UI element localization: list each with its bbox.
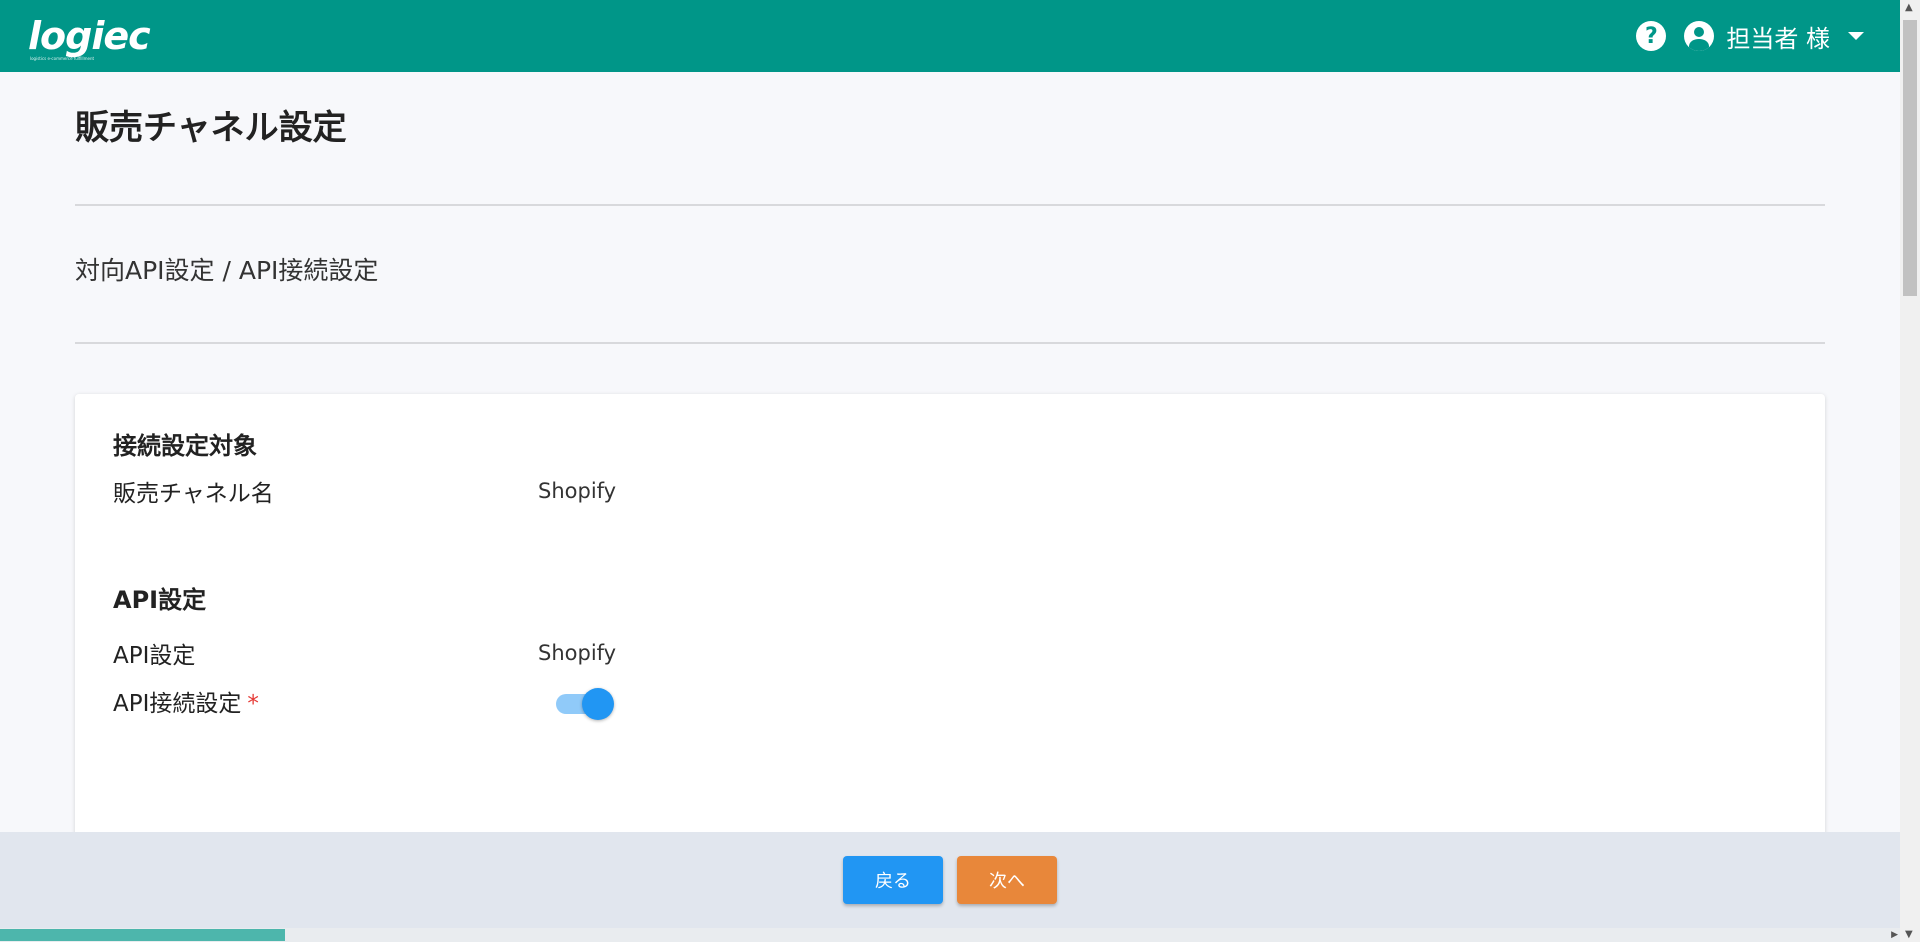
logo-text: logiec [28,14,151,58]
api-connection-row: API接続設定 * [113,680,1787,722]
horizontal-scrollbar[interactable]: ▶ [0,928,1900,942]
required-mark: * [247,691,259,717]
action-footer: 戻る 次へ [0,832,1900,928]
section-title-api-settings: API設定 [113,586,207,614]
divider [75,342,1825,344]
user-name: 担当者 様 [1726,24,1830,53]
back-button[interactable]: 戻る [843,856,943,904]
toggle-thumb [582,688,614,720]
api-setting-row: API設定 Shopify [113,632,1787,674]
divider [75,204,1825,206]
account-circle-icon [1684,21,1715,51]
vertical-scrollbar[interactable]: ▲ ▼ [1900,0,1920,942]
scroll-right-arrow-icon[interactable]: ▶ [1891,930,1898,940]
api-setting-label: API設定 [113,643,196,669]
help-icon[interactable]: ? [1636,21,1667,51]
settings-card: 接続設定対象 販売チャネル名 Shopify API設定 API設定 Shopi… [75,394,1825,864]
logiec-logo[interactable]: logiec logistics e-commerce fulfillment [28,14,151,61]
api-connection-toggle[interactable] [556,686,614,720]
api-connection-label: API接続設定 * [113,684,538,718]
top-app-bar: logiec logistics e-commerce fulfillment … [0,0,1900,72]
user-menu[interactable]: 担当者 様 [1684,19,1872,54]
channel-name-label: 販売チャネル名 [113,481,274,507]
topbar-actions: ? 担当者 様 [1636,19,1872,54]
next-button[interactable]: 次へ [957,856,1057,904]
horizontal-scroll-thumb[interactable] [0,929,285,941]
section-title-connection-target: 接続設定対象 [113,432,257,460]
scroll-down-arrow-icon[interactable]: ▼ [1905,929,1913,940]
page-title: 販売チャネル設定 [75,108,347,148]
breadcrumb: 対向API設定 / API接続設定 [75,256,379,285]
main-content: 販売チャネル設定 対向API設定 / API接続設定 接続設定対象 販売チャネル… [75,72,1825,864]
channel-name-value: Shopify [538,479,617,503]
api-setting-value: Shopify [538,641,617,665]
vertical-scroll-thumb[interactable] [1903,20,1917,296]
api-connection-label-text: API接続設定 [113,691,242,717]
scroll-up-arrow-icon[interactable]: ▲ [1905,2,1913,13]
channel-name-row: 販売チャネル名 Shopify [113,470,1787,512]
logo-tagline: logistics e-commerce fulfillment [30,56,95,61]
caret-down-icon[interactable] [1848,32,1864,40]
